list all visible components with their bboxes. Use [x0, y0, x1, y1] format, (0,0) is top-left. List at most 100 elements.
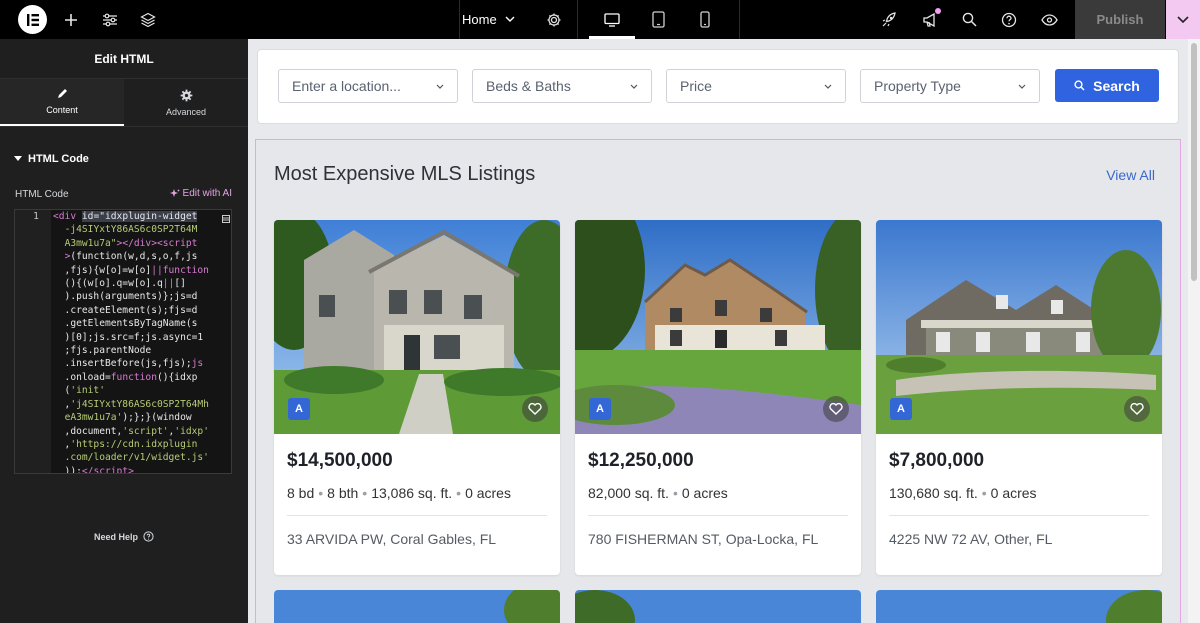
- preview-eye-icon[interactable]: [1029, 0, 1069, 39]
- sqft: 13,086 sq. ft.: [371, 485, 453, 501]
- acres: 0 acres: [465, 485, 511, 501]
- help-icon[interactable]: [989, 0, 1029, 39]
- listing-specs: 8 bd • 8 bth • 13,086 sq. ft. • 0 acres: [287, 485, 511, 501]
- tab-advanced[interactable]: Advanced: [124, 79, 248, 126]
- caret-down-icon: [14, 156, 22, 161]
- edit-with-ai-button[interactable]: Edit with AI: [169, 188, 232, 199]
- listing-photo: [274, 220, 560, 434]
- acres: 0 acres: [681, 485, 728, 501]
- desktop-icon[interactable]: [592, 0, 632, 39]
- baths: 8 bth: [327, 485, 359, 501]
- divider: [739, 0, 740, 39]
- price-label: Price: [680, 78, 712, 94]
- preview-canvas: Enter a location... Beds & Baths Price P…: [248, 39, 1188, 623]
- search-bar: Enter a location... Beds & Baths Price P…: [257, 49, 1179, 124]
- tab-advanced-label: Advanced: [165, 106, 207, 117]
- panel-title: Edit HTML: [0, 39, 248, 79]
- price-dropdown[interactable]: Price: [666, 69, 846, 103]
- search-icon[interactable]: [949, 0, 989, 39]
- listing-badge: A: [890, 398, 912, 420]
- listings-section: Most Expensive MLS Listings View All A $…: [255, 139, 1181, 623]
- sqft: 130,680 sq. ft.: [889, 485, 978, 501]
- listing-card-partial[interactable]: [274, 590, 560, 623]
- listing-address: 33 ARVIDA PW, Coral Gables, FL: [287, 531, 497, 547]
- beds-baths-label: Beds & Baths: [486, 78, 571, 94]
- listing-photo: [575, 590, 861, 623]
- listing-photo: [274, 590, 560, 623]
- tab-content-label: Content: [46, 105, 78, 115]
- favorite-heart-icon[interactable]: [823, 396, 849, 422]
- section-title: Most Expensive MLS Listings: [274, 163, 536, 185]
- chevron-down-icon: [630, 84, 638, 89]
- listing-card[interactable]: A $14,500,000 8 bd • 8 bth • 13,086 sq. ft. •…: [274, 220, 560, 575]
- need-help-link[interactable]: Need Help: [0, 531, 248, 542]
- sparkle-icon: [169, 188, 179, 197]
- acres: 0 acres: [990, 485, 1037, 501]
- favorite-heart-icon[interactable]: [522, 396, 548, 422]
- publish-button[interactable]: Publish: [1075, 0, 1165, 39]
- listing-badge: A: [288, 398, 310, 420]
- location-dropdown[interactable]: Enter a location...: [278, 69, 458, 103]
- chevron-down-icon: [1177, 15, 1189, 23]
- property-type-dropdown[interactable]: Property Type: [860, 69, 1040, 103]
- line-number: 1: [33, 211, 39, 222]
- tablet-icon[interactable]: [638, 0, 678, 39]
- elementor-logo-icon[interactable]: [18, 5, 47, 34]
- chevron-down-icon: [824, 84, 832, 89]
- listing-card[interactable]: A $12,250,000 82,000 sq. ft. • 0 acres 780…: [575, 220, 861, 575]
- search-button[interactable]: Search: [1055, 69, 1159, 102]
- listing-card-partial[interactable]: [876, 590, 1162, 623]
- editor-panel: Edit HTML Content Advanced HTML Code HTM…: [0, 39, 248, 623]
- listing-card-partial[interactable]: [575, 590, 861, 623]
- code-content[interactable]: <div id="idxplugin-widget -j4SIYxtY86AS6…: [53, 210, 225, 473]
- html-code-editor[interactable]: 1 <div id="idxplugin-widget -j4SIYxtY86A…: [14, 209, 232, 474]
- chevron-down-icon: [436, 84, 444, 89]
- pencil-icon: [58, 89, 67, 98]
- sqft: 82,000 sq. ft.: [588, 485, 669, 501]
- listing-price: $7,800,000: [889, 450, 985, 471]
- listing-card[interactable]: A $7,800,000 130,680 sq. ft. • 0 acres 422…: [876, 220, 1162, 575]
- tab-content[interactable]: Content: [0, 79, 124, 126]
- favorite-heart-icon[interactable]: [1124, 396, 1150, 422]
- divider: [588, 515, 848, 516]
- html-code-section-toggle[interactable]: HTML Code: [14, 153, 89, 165]
- property-type-label: Property Type: [874, 78, 961, 94]
- notification-dot: [935, 8, 941, 14]
- add-element-icon[interactable]: [51, 0, 91, 39]
- publish-options-button[interactable]: [1166, 0, 1200, 39]
- search-icon: [1074, 80, 1085, 91]
- listing-photo: [876, 590, 1162, 623]
- chevron-down-icon: [1018, 84, 1026, 89]
- site-settings-icon[interactable]: [90, 0, 130, 39]
- structure-layers-icon[interactable]: [128, 0, 168, 39]
- search-button-label: Search: [1093, 77, 1140, 94]
- mobile-icon[interactable]: [685, 0, 725, 39]
- listing-address: 4225 NW 72 AV, Other, FL: [889, 531, 1053, 547]
- canvas-scrollbar[interactable]: [1188, 39, 1200, 623]
- rocket-launch-icon[interactable]: [869, 0, 909, 39]
- top-bar: Home Publish: [0, 0, 1200, 39]
- chevron-down-icon: [505, 16, 515, 22]
- listing-photo: [876, 220, 1162, 434]
- divider: [577, 0, 578, 39]
- edit-with-ai-label: Edit with AI: [182, 188, 232, 199]
- notifications-megaphone-icon[interactable]: [910, 0, 950, 39]
- need-help-label: Need Help: [93, 531, 138, 542]
- section-title: HTML Code: [28, 153, 89, 165]
- divider: [459, 0, 460, 39]
- listing-photo: [575, 220, 861, 434]
- listing-specs: 82,000 sq. ft. • 0 acres: [588, 485, 728, 501]
- panel-tabs: Content Advanced: [0, 79, 248, 127]
- listing-address: 780 FISHERMAN ST, Opa-Locka, FL: [588, 531, 819, 547]
- expand-editor-icon[interactable]: [222, 215, 230, 223]
- listing-price: $14,500,000: [287, 450, 393, 471]
- line-gutter: 1: [15, 210, 51, 473]
- page-name: Home: [462, 12, 497, 27]
- page-selector[interactable]: Home: [462, 0, 515, 39]
- beds: 8 bd: [287, 485, 315, 501]
- page-settings-gear-icon[interactable]: [534, 0, 574, 39]
- listing-badge: A: [589, 398, 611, 420]
- beds-baths-dropdown[interactable]: Beds & Baths: [472, 69, 652, 103]
- gear-icon: [180, 89, 192, 101]
- view-all-link[interactable]: View All: [1106, 167, 1155, 183]
